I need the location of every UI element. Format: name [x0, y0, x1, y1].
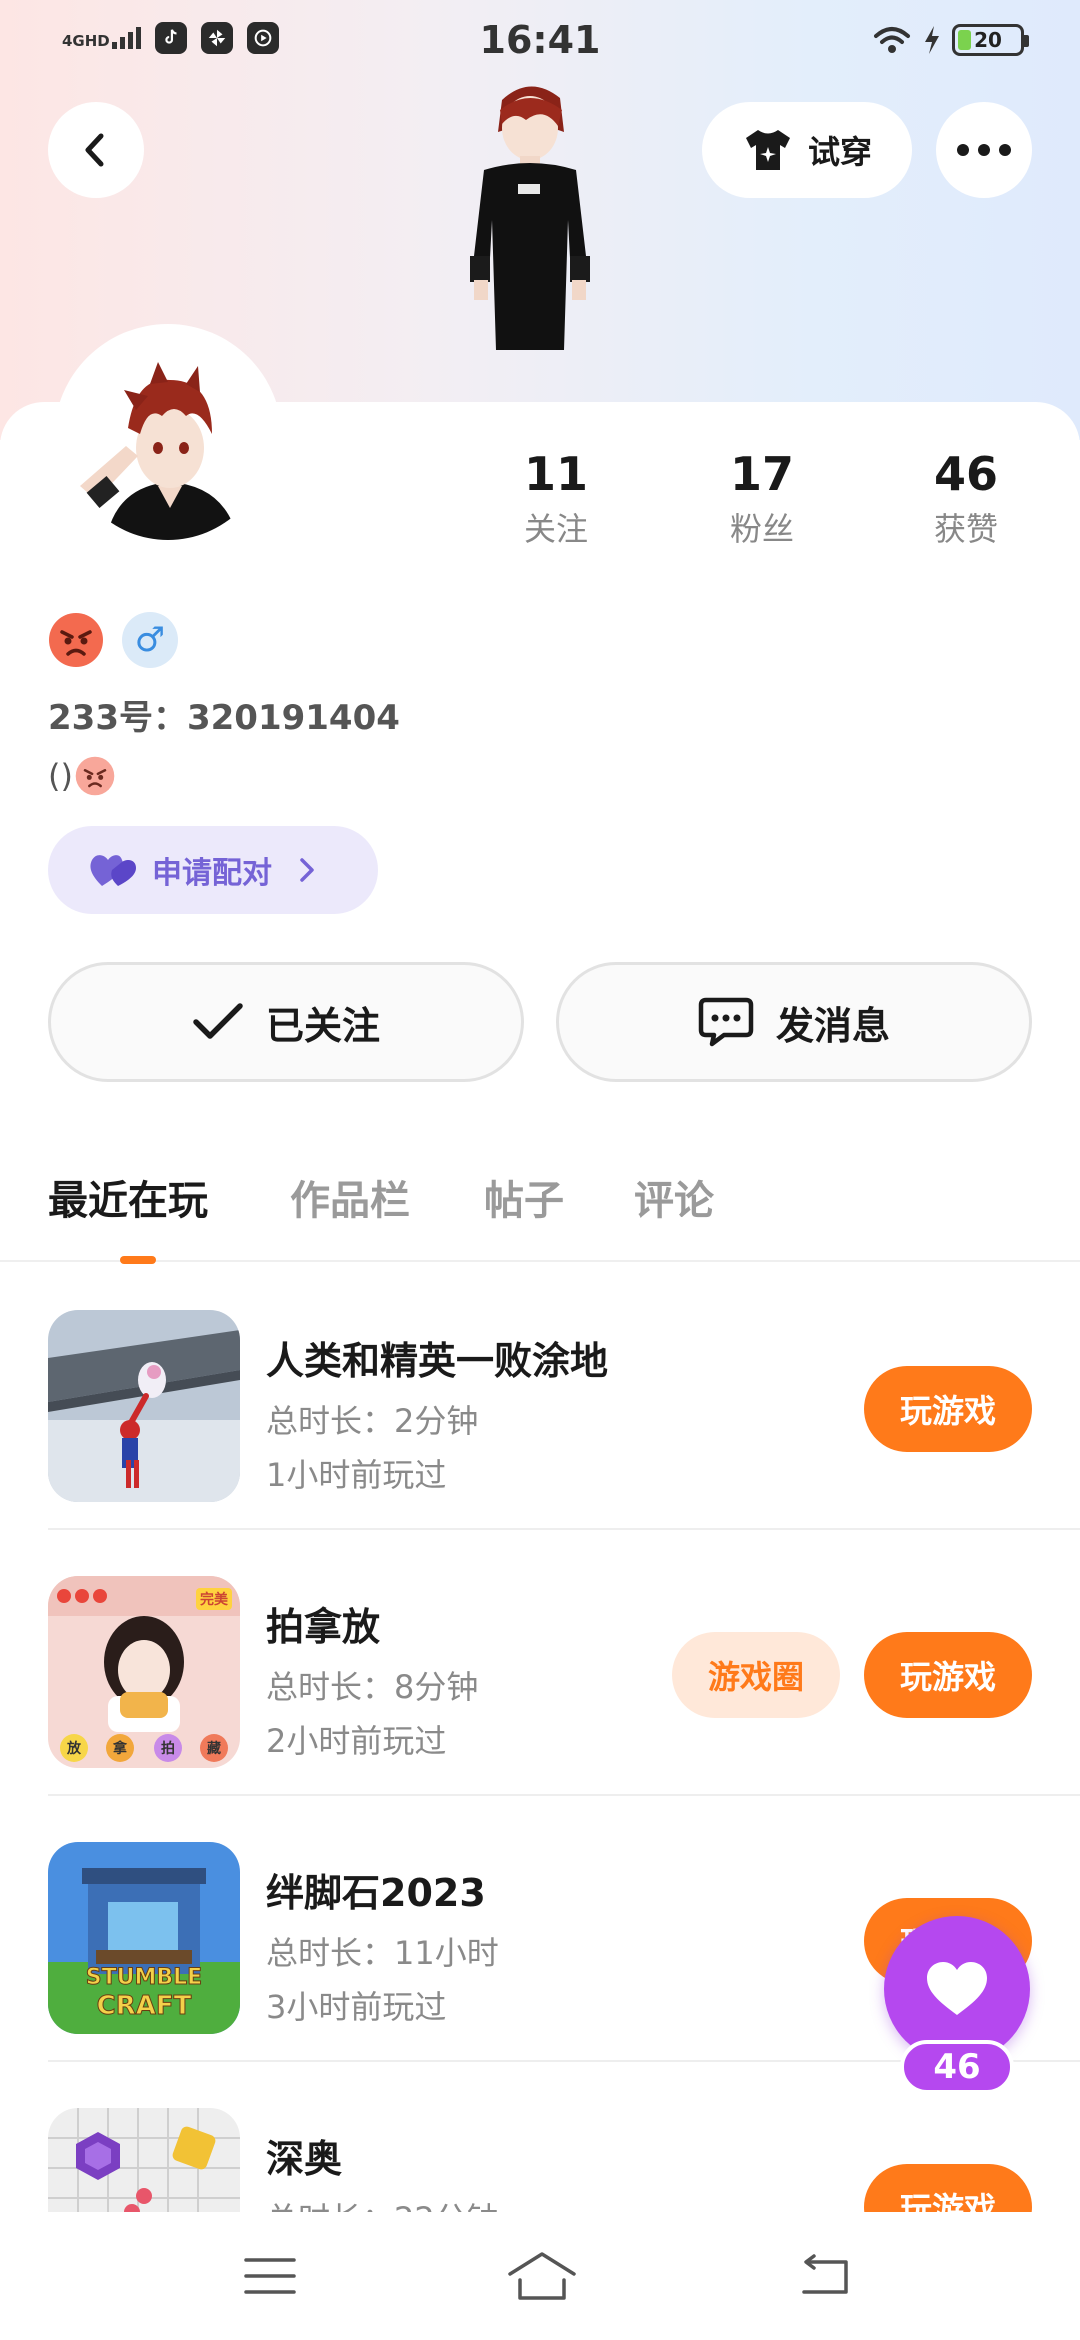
game-title: 深奥 — [266, 2137, 343, 2181]
try-on-button[interactable]: 试穿 — [702, 102, 912, 198]
tab-works[interactable]: 作品栏 — [290, 1168, 410, 1226]
angry-emoji-icon — [75, 756, 115, 796]
stat-label: 粉丝 — [729, 510, 794, 548]
battery-icon: 20 — [952, 24, 1029, 56]
bio-text: () — [48, 757, 73, 795]
more-dots-icon — [957, 144, 1011, 156]
shirt-icon — [745, 130, 790, 170]
game-duration: 总时长：8分钟 — [266, 1668, 479, 1706]
game-circle-button[interactable]: 游戏圈 — [672, 1632, 840, 1718]
game-thumb-button-text: 藏 — [207, 1740, 221, 1757]
play-game-button[interactable]: 玩游戏 — [864, 1632, 1032, 1718]
battery-level: 20 — [974, 28, 1002, 52]
game-title: 绊脚石2023 — [266, 1871, 486, 1915]
game-title: 拍拿放 — [266, 1605, 381, 1649]
game-thumb-button-text: 拿 — [112, 1740, 128, 1757]
game-last-played: 2小时前玩过 — [266, 1722, 447, 1760]
game-duration: 总时长：2分钟 — [266, 1402, 479, 1440]
system-navigation-bar — [0, 2212, 1080, 2340]
stat-value: 17 — [729, 447, 794, 501]
like-count-badge: 46 — [900, 2040, 1014, 2094]
game-last-played: 3小时前玩过 — [266, 1988, 447, 2026]
game-thumbnail: 完美 放 拿 拍 藏 — [48, 1576, 240, 1768]
apply-pairing-label: 申请配对 — [152, 856, 272, 891]
male-gender-icon: ♂ — [122, 612, 178, 668]
stat-likes[interactable]: 46 获赞 — [896, 448, 1036, 550]
stat-label: 关注 — [523, 510, 588, 548]
charging-bolt-icon — [925, 26, 939, 54]
followed-label: 已关注 — [265, 1003, 380, 1048]
list-item[interactable]: 完美 放 拿 拍 藏 拍拿放 总时长：8分钟 2小时前玩过 游戏圈 玩游戏 — [48, 1530, 1080, 1796]
checkmark-icon — [193, 1003, 243, 1039]
stat-following[interactable]: 11 关注 — [486, 448, 626, 550]
angry-face-icon — [48, 612, 104, 668]
game-duration: 总时长：11小时 — [266, 1934, 499, 1972]
profile-badges: ♂ — [48, 612, 178, 668]
stat-value: 46 — [933, 447, 998, 501]
play-game-button[interactable]: 玩游戏 — [864, 2164, 1032, 2212]
apply-pairing-button[interactable]: 申请配对 — [48, 826, 378, 914]
chat-bubble-icon — [698, 997, 754, 1047]
play-game-button[interactable]: 玩游戏 — [864, 1366, 1032, 1452]
heart-icon — [927, 1962, 987, 2015]
stat-label: 获赞 — [933, 510, 998, 548]
game-thumbnail: STUMBLE CRAFT — [48, 1842, 240, 2034]
tab-comments[interactable]: 评论 — [634, 1168, 714, 1226]
back-button[interactable] — [48, 102, 144, 198]
profile-tabs: 最近在玩 作品栏 帖子 评论 — [0, 1160, 1080, 1264]
try-on-label: 试穿 — [807, 133, 872, 171]
game-thumb-logo-text: STUMBLE — [86, 1965, 202, 1990]
game-title: 人类和精英一败涂地 — [266, 1339, 609, 1383]
list-item[interactable]: 人类和精英一败涂地 总时长：2分钟 1小时前玩过 玩游戏 — [48, 1264, 1080, 1530]
game-thumbnail — [48, 2108, 240, 2212]
user-bio: () — [48, 756, 115, 796]
menu-icon[interactable] — [240, 2248, 300, 2304]
more-options-button[interactable] — [936, 102, 1032, 198]
send-message-label: 发消息 — [775, 1003, 890, 1048]
tab-posts[interactable]: 帖子 — [484, 1168, 564, 1226]
game-thumb-logo-text: CRAFT — [97, 1991, 192, 2021]
chevron-right-icon — [300, 858, 314, 882]
followed-button[interactable]: 已关注 — [48, 962, 524, 1082]
profile-stats: 11 关注 17 粉丝 46 获赞 — [0, 448, 1080, 558]
game-thumb-button-text: 拍 — [161, 1740, 175, 1757]
character-model-image — [470, 86, 590, 350]
home-icon[interactable] — [506, 2248, 578, 2304]
tab-recently-played[interactable]: 最近在玩 — [48, 1168, 208, 1226]
send-message-button[interactable]: 发消息 — [556, 962, 1032, 1082]
chevron-left-icon — [85, 133, 104, 167]
stat-value: 11 — [523, 447, 588, 501]
double-heart-icon — [90, 855, 136, 886]
game-thumbnail — [48, 1310, 240, 1502]
wifi-icon — [874, 27, 910, 53]
user-id: 233号：320191404 — [48, 698, 400, 738]
game-last-played: 1小时前玩过 — [266, 1456, 447, 1494]
game-thumb-button-text: 放 — [66, 1740, 82, 1757]
game-duration: 总时长：22分钟 — [266, 2194, 499, 2212]
game-thumb-badge-text: 完美 — [200, 1591, 229, 1608]
status-bar: 4GHD 16:41 20 — [0, 0, 1080, 84]
active-tab-indicator — [120, 1256, 156, 1264]
back-navigation-icon[interactable] — [794, 2248, 854, 2304]
stat-followers[interactable]: 17 粉丝 — [692, 448, 832, 550]
